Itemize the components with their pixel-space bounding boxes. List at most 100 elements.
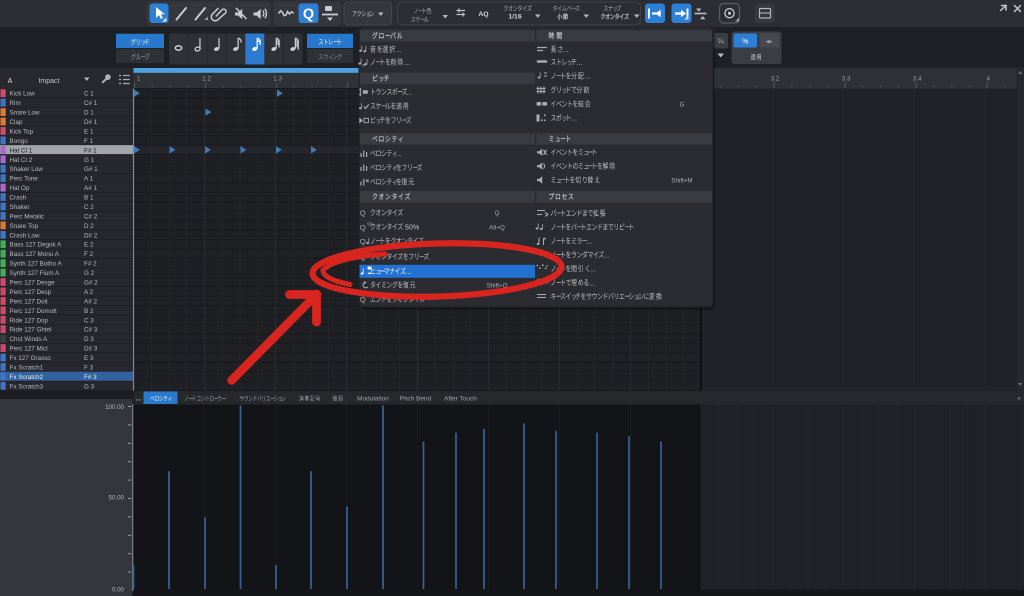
svg-text:Q: Q: [360, 237, 366, 246]
svg-text:3.3: 3.3: [842, 76, 851, 83]
svg-text:...: ...: [576, 58, 582, 67]
svg-text:D# 1: D# 1: [84, 119, 98, 126]
svg-text:G 2: G 2: [84, 270, 95, 277]
svg-text:F 2: F 2: [84, 251, 94, 258]
svg-text:F# 3: F# 3: [84, 374, 97, 381]
svg-text:F 1: F 1: [84, 138, 94, 145]
svg-text:AQ: AQ: [478, 11, 488, 18]
svg-text:...: ...: [396, 149, 402, 158]
svg-text:G 3: G 3: [84, 383, 95, 390]
svg-text:G: G: [680, 102, 685, 109]
svg-text:Alt+Q: Alt+Q: [489, 224, 505, 231]
svg-text:1/16: 1/16: [508, 14, 521, 21]
svg-text:Perc Tone: Perc Tone: [10, 176, 39, 183]
svg-text:Modulation: Modulation: [357, 396, 389, 403]
svg-text:Q: Q: [360, 223, 366, 232]
svg-text:Bass 127 Monu A: Bass 127 Monu A: [10, 251, 60, 258]
svg-text:E 2: E 2: [84, 242, 94, 249]
svg-text:Kick Top: Kick Top: [10, 129, 34, 136]
svg-text:...: ...: [404, 58, 410, 67]
svg-text:G 1: G 1: [84, 157, 95, 164]
svg-text:Pitch Bend: Pitch Bend: [400, 396, 432, 403]
svg-text:Crash Low: Crash Low: [10, 232, 41, 239]
svg-text:1.3: 1.3: [273, 76, 282, 83]
svg-text:E 3: E 3: [84, 355, 94, 362]
svg-text:Fx Scratch1: Fx Scratch1: [10, 365, 44, 372]
svg-text:B 2: B 2: [84, 308, 94, 315]
svg-text:Hat Cl 1: Hat Cl 1: [10, 147, 33, 154]
svg-text:◂▸: ◂▸: [766, 39, 774, 46]
svg-text:Bongo: Bongo: [10, 138, 29, 145]
svg-text:...: ...: [396, 45, 402, 54]
svg-text:Fx Scratch3: Fx Scratch3: [10, 383, 44, 390]
svg-text:A 1: A 1: [84, 176, 94, 183]
svg-text:50: 50: [367, 221, 372, 226]
svg-text:...: ...: [585, 71, 591, 80]
svg-text:...: ...: [589, 278, 595, 287]
svg-text:C# 1: C# 1: [84, 100, 98, 107]
svg-text:C 2: C 2: [84, 204, 94, 211]
svg-text:F# 2: F# 2: [84, 261, 97, 268]
svg-text:3.4: 3.4: [913, 76, 922, 83]
svg-text:Q: Q: [495, 210, 500, 217]
svg-text:Snare Top: Snare Top: [10, 223, 39, 230]
svg-text:Chst Winds A: Chst Winds A: [10, 336, 49, 343]
svg-text:F 3: F 3: [84, 365, 94, 372]
svg-text:D# 2: D# 2: [84, 232, 98, 239]
svg-text:Perc 127 Doit: Perc 127 Doit: [10, 298, 48, 305]
svg-text:...: ...: [563, 45, 569, 54]
svg-text:Perc 127 Micl: Perc 127 Micl: [10, 346, 48, 353]
svg-text:3.2: 3.2: [771, 76, 780, 83]
svg-text:...: ...: [590, 264, 596, 273]
svg-text:Fx 127 Grasso: Fx 127 Grasso: [10, 355, 52, 362]
svg-text:...: ...: [136, 396, 142, 403]
svg-text:...: ...: [406, 267, 412, 276]
svg-text:Perc 127 Domott: Perc 127 Domott: [10, 308, 57, 315]
svg-text:C 3: C 3: [84, 317, 94, 324]
svg-text:Perc 127 Desp: Perc 127 Desp: [10, 289, 52, 296]
svg-text:4: 4: [986, 76, 990, 83]
svg-text:F# 1: F# 1: [84, 147, 97, 154]
svg-text:After Touch: After Touch: [444, 396, 477, 403]
svg-text:D 2: D 2: [84, 223, 94, 230]
svg-text:Ride 127 Dop: Ride 127 Dop: [10, 317, 49, 324]
svg-text:C# 2: C# 2: [84, 213, 98, 220]
svg-text:B 1: B 1: [84, 195, 94, 202]
svg-text:50%: 50%: [403, 222, 420, 231]
svg-text:A: A: [7, 78, 12, 85]
svg-text:G# 2: G# 2: [84, 280, 98, 287]
svg-text:D# 3: D# 3: [84, 346, 98, 353]
svg-text:Hat Op: Hat Op: [10, 185, 30, 192]
svg-text:%: %: [742, 39, 748, 46]
svg-text:...: ...: [571, 113, 577, 122]
svg-text:Shaker: Shaker: [10, 204, 30, 211]
svg-text:Crash: Crash: [10, 195, 27, 202]
svg-text:Q: Q: [360, 209, 366, 218]
svg-text:Synth 127 Botho A: Synth 127 Botho A: [10, 261, 63, 268]
svg-text:Perc Metalic: Perc Metalic: [10, 213, 45, 220]
svg-text:Ride 127 Ghtel: Ride 127 Ghtel: [10, 327, 52, 334]
svg-text:Hat Cl 2: Hat Cl 2: [10, 157, 33, 164]
svg-text:Snare Low: Snare Low: [10, 110, 41, 117]
svg-text:¼: ¼: [718, 39, 724, 46]
svg-text:...: ...: [586, 236, 592, 245]
svg-text:Shift+M: Shift+M: [671, 178, 692, 185]
svg-text:Clap: Clap: [10, 119, 23, 126]
svg-text:E 1: E 1: [84, 129, 94, 136]
svg-text:A# 1: A# 1: [84, 185, 97, 192]
svg-text:100.00: 100.00: [105, 404, 124, 411]
svg-text:G# 1: G# 1: [84, 166, 98, 173]
svg-text:1.2: 1.2: [202, 76, 211, 83]
svg-text:Rim: Rim: [10, 100, 21, 107]
svg-text:Kick Low: Kick Low: [10, 91, 36, 98]
svg-text:Bass 127 Degok A: Bass 127 Degok A: [10, 242, 63, 249]
svg-text:Shaker Low: Shaker Low: [10, 166, 44, 173]
svg-text:A 2: A 2: [84, 289, 94, 296]
svg-text:D 1: D 1: [84, 110, 94, 117]
svg-text:D 3: D 3: [84, 336, 94, 343]
svg-text:1: 1: [137, 76, 141, 83]
svg-text:Impact: Impact: [38, 78, 59, 85]
svg-text:...: ...: [604, 250, 610, 259]
svg-text:Fx Scratch2: Fx Scratch2: [10, 374, 44, 381]
svg-text:Perc 127 Desge: Perc 127 Desge: [10, 280, 56, 287]
